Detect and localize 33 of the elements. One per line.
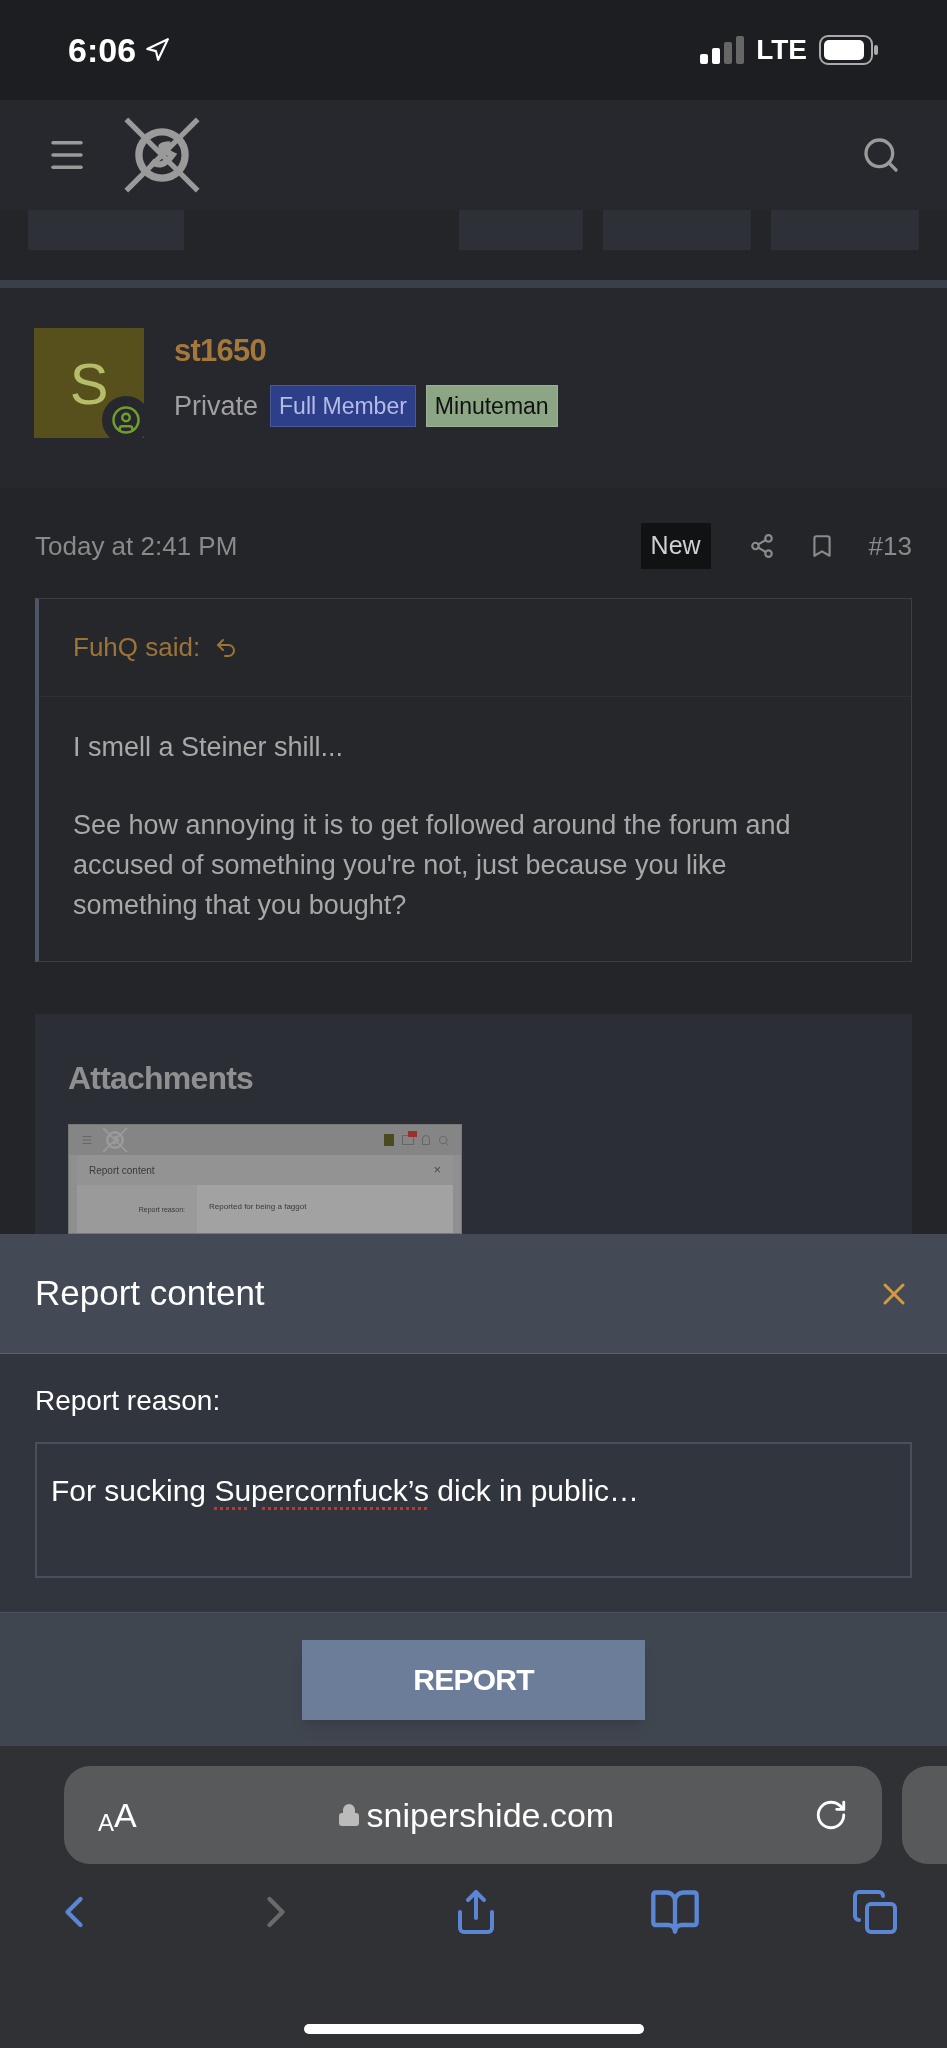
lock-icon <box>336 1803 361 1827</box>
reason-label: Report reason: <box>35 1384 222 1418</box>
thumbnail-dialog-title: Report content <box>89 1163 155 1178</box>
thumbnail-close: × <box>433 1161 441 1180</box>
user-title-badge: Full Member <box>270 384 416 427</box>
attachments-heading: Attachments <box>68 1059 254 1098</box>
user-rank: Private <box>174 389 259 423</box>
quote-author-link[interactable]: FuhQ said: <box>73 628 201 667</box>
thumbnail-reason-field: Reported for being a faggot <box>197 1185 453 1233</box>
username-link[interactable]: st1650 <box>174 328 558 375</box>
next-tab-edge[interactable] <box>902 1766 947 1864</box>
quote-paragraph: See how annoying it is to get followed around the forum and accused of something you're not, just because you like something that you bought? <box>73 809 792 922</box>
share-icon[interactable] <box>748 533 775 559</box>
url-text: snipershide.com <box>366 1794 615 1836</box>
reason-field[interactable]: For sucking Supercornfuck’s dick in public… <box>35 1442 912 1578</box>
search-icon <box>438 1134 449 1146</box>
dialog-title: Report content <box>35 1272 265 1315</box>
location-arrow-icon <box>144 37 171 63</box>
post-number-link[interactable]: #13 <box>868 526 912 566</box>
post-date[interactable]: Today at 2:41 PM <box>35 526 238 566</box>
user-title-badge: Minuteman <box>425 384 558 427</box>
quote-paragraph: I smell a Steiner shill... <box>73 731 345 764</box>
new-badge: New <box>640 523 711 569</box>
reload-icon[interactable] <box>814 1798 848 1832</box>
tabs-icon[interactable] <box>851 1888 899 1936</box>
clock-time: 6:06 <box>68 29 137 71</box>
signal-icon <box>700 36 745 64</box>
menu-icon <box>81 1134 93 1146</box>
report-button[interactable]: REPORT <box>302 1639 645 1720</box>
battery-icon <box>819 35 879 65</box>
search-icon[interactable] <box>861 135 901 175</box>
avatar-square <box>384 1134 394 1146</box>
network-label: LTE <box>756 33 807 67</box>
